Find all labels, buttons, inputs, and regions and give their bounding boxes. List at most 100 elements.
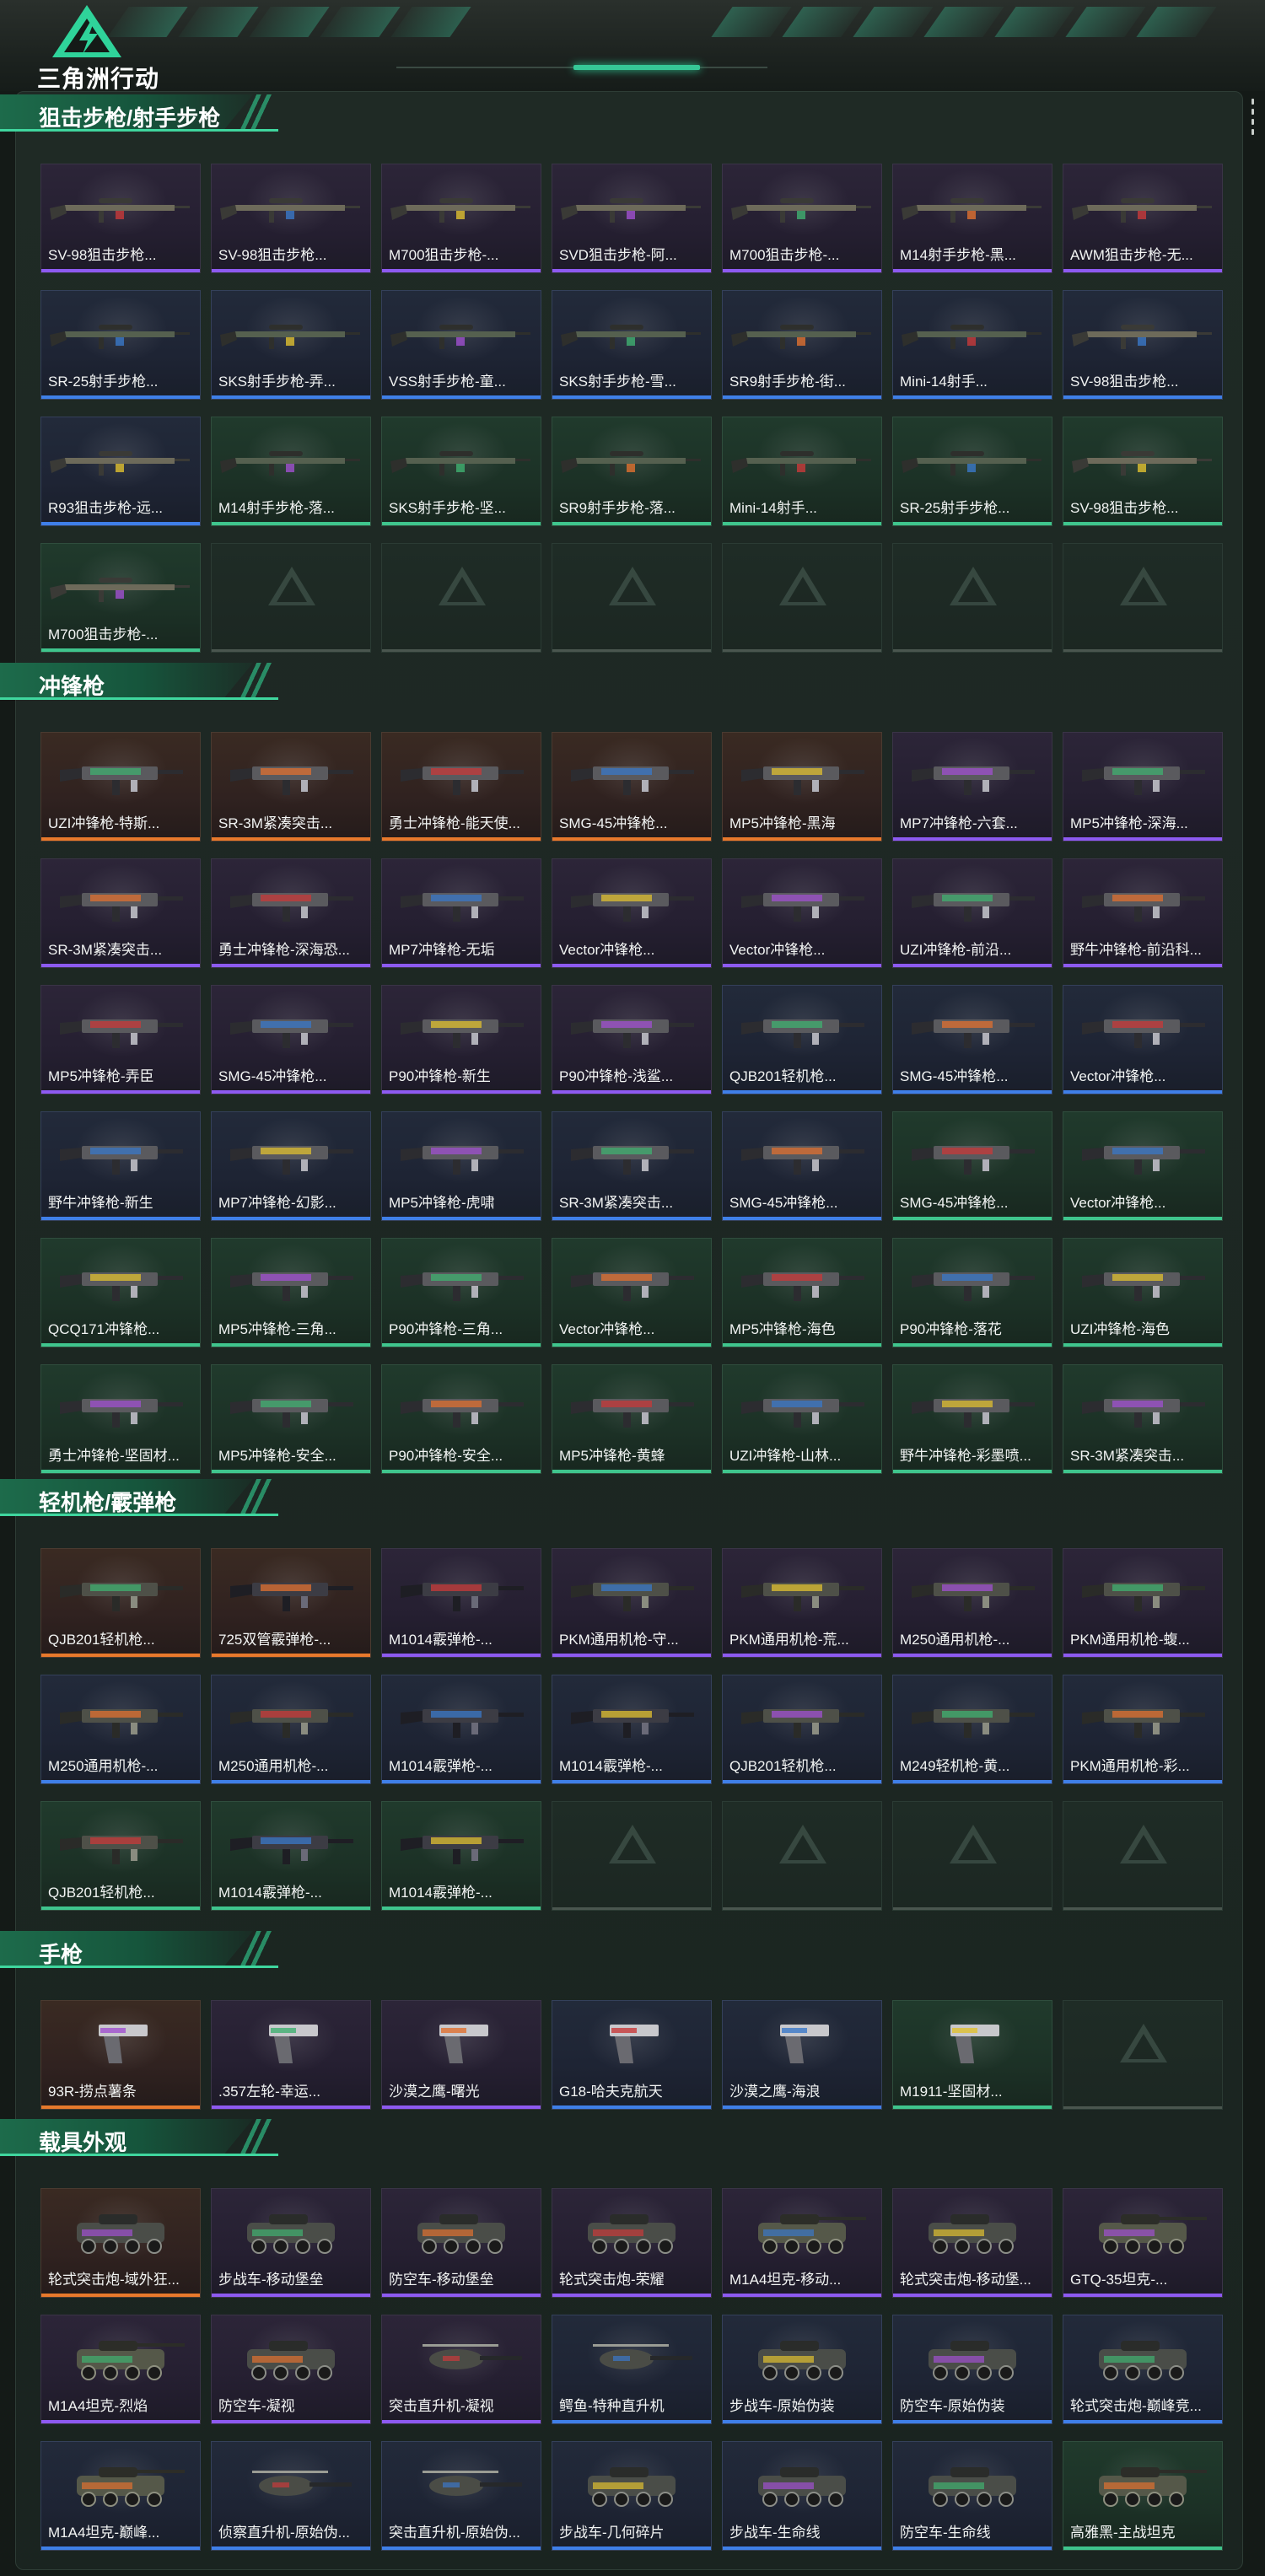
item-card[interactable]: MP7冲锋枪-无垢 bbox=[381, 858, 541, 968]
item-card[interactable]: 防空车-移动堡垒 bbox=[381, 2188, 541, 2298]
item-card[interactable]: M700狙击步枪-... bbox=[722, 164, 882, 273]
item-card[interactable]: 轮式突击炮-荣耀 bbox=[552, 2188, 712, 2298]
item-card[interactable]: 轮式突击炮-巅峰竞... bbox=[1063, 2315, 1223, 2424]
item-card[interactable]: PKM通用机枪-荒... bbox=[722, 1548, 882, 1658]
item-card[interactable]: 侦察直升机-原始伪... bbox=[211, 2441, 371, 2551]
item-card[interactable]: 93R-捞点薯条 bbox=[40, 2000, 201, 2110]
item-card[interactable]: MP5冲锋枪-深海... bbox=[1063, 732, 1223, 842]
item-card[interactable]: MP5冲锋枪-海色 bbox=[722, 1238, 882, 1347]
item-card[interactable]: 突击直升机-凝视 bbox=[381, 2315, 541, 2424]
item-card[interactable]: .357左轮-幸运... bbox=[211, 2000, 371, 2110]
item-card[interactable]: QCQ171冲锋枪... bbox=[40, 1238, 201, 1347]
item-card[interactable]: Vector冲锋枪... bbox=[722, 858, 882, 968]
item-card[interactable]: 步战车-原始伪装 bbox=[722, 2315, 882, 2424]
item-card[interactable]: 勇士冲锋枪-坚固材... bbox=[40, 1364, 201, 1474]
item-card[interactable]: P90冲锋枪-浅鲨... bbox=[552, 985, 712, 1094]
item-card[interactable]: VSS射手步枪-童... bbox=[381, 290, 541, 400]
item-card[interactable]: M1014霰弹枪-... bbox=[552, 1675, 712, 1784]
item-card[interactable]: M14射手步枪-黑... bbox=[892, 164, 1052, 273]
item-card[interactable]: PKM通用机枪-蝮... bbox=[1063, 1548, 1223, 1658]
item-card[interactable]: 步战车-生命线 bbox=[722, 2441, 882, 2551]
item-card[interactable]: 勇士冲锋枪-能天使... bbox=[381, 732, 541, 842]
item-card[interactable]: SR-25射手步枪... bbox=[892, 417, 1052, 526]
item-card[interactable]: M14射手步枪-落... bbox=[211, 417, 371, 526]
item-card[interactable]: SMG-45冲锋枪... bbox=[892, 1111, 1052, 1221]
item-card[interactable]: Vector冲锋枪... bbox=[1063, 1111, 1223, 1221]
item-card[interactable]: Vector冲锋枪... bbox=[552, 1238, 712, 1347]
item-card[interactable]: 野牛冲锋枪-彩墨喷... bbox=[892, 1364, 1052, 1474]
item-card[interactable]: SMG-45冲锋枪... bbox=[552, 732, 712, 842]
item-card[interactable]: 突击直升机-原始伪... bbox=[381, 2441, 541, 2551]
item-card[interactable]: MP5冲锋枪-安全... bbox=[211, 1364, 371, 1474]
item-card[interactable]: M1A4坦克-烈焰 bbox=[40, 2315, 201, 2424]
item-card[interactable]: M249轻机枪-黄... bbox=[892, 1675, 1052, 1784]
item-card[interactable]: M1014霰弹枪-... bbox=[211, 1801, 371, 1911]
item-card[interactable]: SMG-45冲锋枪... bbox=[892, 985, 1052, 1094]
item-card[interactable]: 步战车-几何碎片 bbox=[552, 2441, 712, 2551]
item-card[interactable]: SV-98狙击步枪... bbox=[40, 164, 201, 273]
item-card[interactable]: SR-3M紧凑突击... bbox=[1063, 1364, 1223, 1474]
item-card[interactable]: 防空车-凝视 bbox=[211, 2315, 371, 2424]
item-card[interactable]: QJB201轻机枪... bbox=[40, 1801, 201, 1911]
item-card[interactable]: SR-3M紧凑突击... bbox=[552, 1111, 712, 1221]
item-card[interactable]: SR-3M紧凑突击... bbox=[211, 732, 371, 842]
item-card[interactable]: MP5冲锋枪-黄蜂 bbox=[552, 1364, 712, 1474]
item-card[interactable]: G18-哈夫克航天 bbox=[552, 2000, 712, 2110]
item-card[interactable]: P90冲锋枪-新生 bbox=[381, 985, 541, 1094]
item-card[interactable]: M1A4坦克-巅峰... bbox=[40, 2441, 201, 2551]
item-card[interactable]: SR-3M紧凑突击... bbox=[40, 858, 201, 968]
item-card[interactable]: M1014霰弹枪-... bbox=[381, 1675, 541, 1784]
item-card[interactable]: M250通用机枪-... bbox=[40, 1675, 201, 1784]
item-card[interactable]: UZI冲锋枪-海色 bbox=[1063, 1238, 1223, 1347]
item-card[interactable]: SR9射手步枪-落... bbox=[552, 417, 712, 526]
item-card[interactable]: 防空车-原始伪装 bbox=[892, 2315, 1052, 2424]
scroll-handle-icon[interactable] bbox=[1248, 94, 1257, 145]
item-card[interactable]: 沙漠之鹰-曙光 bbox=[381, 2000, 541, 2110]
item-card[interactable]: M1911-坚固材... bbox=[892, 2000, 1052, 2110]
item-card[interactable]: M1014霰弹枪-... bbox=[381, 1801, 541, 1911]
item-card[interactable]: SVD狙击步枪-阿... bbox=[552, 164, 712, 273]
item-card[interactable]: P90冲锋枪-落花 bbox=[892, 1238, 1052, 1347]
item-card[interactable]: MP5冲锋枪-三角... bbox=[211, 1238, 371, 1347]
item-card[interactable]: QJB201轻机枪... bbox=[722, 985, 882, 1094]
item-card[interactable]: 轮式突击炮-移动堡... bbox=[892, 2188, 1052, 2298]
item-card[interactable]: R93狙击步枪-远... bbox=[40, 417, 201, 526]
item-card[interactable]: SMG-45冲锋枪... bbox=[211, 985, 371, 1094]
item-card[interactable]: Mini-14射手... bbox=[722, 417, 882, 526]
item-card[interactable]: SV-98狙击步枪... bbox=[1063, 290, 1223, 400]
item-card[interactable]: QJB201轻机枪... bbox=[40, 1548, 201, 1658]
item-card[interactable]: SKS射手步枪-雪... bbox=[552, 290, 712, 400]
item-card[interactable]: 725双管霰弹枪-... bbox=[211, 1548, 371, 1658]
item-card[interactable]: Vector冲锋枪... bbox=[1063, 985, 1223, 1094]
item-card[interactable]: PKM通用机枪-守... bbox=[552, 1548, 712, 1658]
item-card[interactable]: P90冲锋枪-安全... bbox=[381, 1364, 541, 1474]
item-card[interactable]: 野牛冲锋枪-前沿科... bbox=[1063, 858, 1223, 968]
item-card[interactable]: P90冲锋枪-三角... bbox=[381, 1238, 541, 1347]
item-card[interactable]: M700狙击步枪-... bbox=[40, 543, 201, 653]
item-card[interactable]: 轮式突击炮-域外狂... bbox=[40, 2188, 201, 2298]
item-card[interactable]: M250通用机枪-... bbox=[211, 1675, 371, 1784]
item-card[interactable]: Mini-14射手... bbox=[892, 290, 1052, 400]
item-card[interactable]: MP7冲锋枪-幻影... bbox=[211, 1111, 371, 1221]
item-card[interactable]: 防空车-生命线 bbox=[892, 2441, 1052, 2551]
item-card[interactable]: UZI冲锋枪-山林... bbox=[722, 1364, 882, 1474]
item-card[interactable]: UZI冲锋枪-前沿... bbox=[892, 858, 1052, 968]
item-card[interactable]: GTQ-35坦克-... bbox=[1063, 2188, 1223, 2298]
item-card[interactable]: SKS射手步枪-坚... bbox=[381, 417, 541, 526]
item-card[interactable]: 勇士冲锋枪-深海恐... bbox=[211, 858, 371, 968]
item-card[interactable]: SR-25射手步枪... bbox=[40, 290, 201, 400]
item-card[interactable]: Vector冲锋枪... bbox=[552, 858, 712, 968]
item-card[interactable]: M1014霰弹枪-... bbox=[381, 1548, 541, 1658]
item-card[interactable]: M700狙击步枪-... bbox=[381, 164, 541, 273]
item-card[interactable]: SR9射手步枪-街... bbox=[722, 290, 882, 400]
item-card[interactable]: 鳄鱼-特种直升机 bbox=[552, 2315, 712, 2424]
item-card[interactable]: SMG-45冲锋枪... bbox=[722, 1111, 882, 1221]
item-card[interactable]: UZI冲锋枪-特斯... bbox=[40, 732, 201, 842]
item-card[interactable]: 步战车-移动堡垒 bbox=[211, 2188, 371, 2298]
item-card[interactable]: AWM狙击步枪-无... bbox=[1063, 164, 1223, 273]
item-card[interactable]: PKM通用机枪-彩... bbox=[1063, 1675, 1223, 1784]
item-card[interactable]: MP7冲锋枪-六套... bbox=[892, 732, 1052, 842]
item-card[interactable]: MP5冲锋枪-虎啸 bbox=[381, 1111, 541, 1221]
item-card[interactable]: 野牛冲锋枪-新生 bbox=[40, 1111, 201, 1221]
item-card[interactable]: MP5冲锋枪-弄臣 bbox=[40, 985, 201, 1094]
